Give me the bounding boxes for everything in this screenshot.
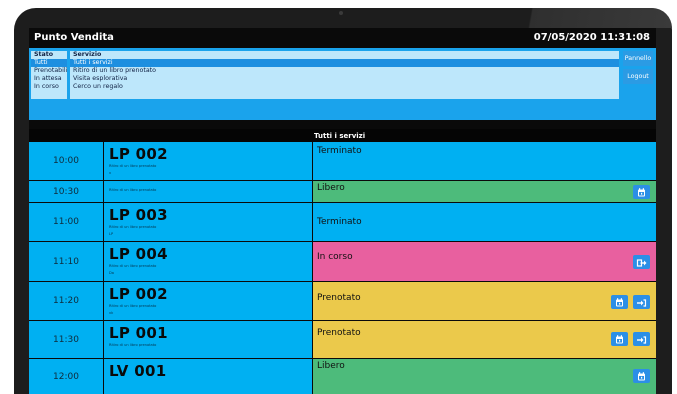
customer-initials: LP — [109, 232, 114, 236]
service-name: Ritiro di un libro prenotato — [109, 264, 157, 268]
status-cell: Prenotato — [313, 321, 656, 358]
service-name: Ritiro di un libro prenotato — [109, 164, 157, 168]
book-button[interactable] — [633, 369, 650, 383]
appointment-code: LP 001 — [109, 324, 168, 342]
table-row: 11:00 LP 003 Ritiro di un libro prenotat… — [29, 203, 656, 241]
status-cell: Terminato — [313, 203, 656, 241]
end-service-button[interactable] — [633, 255, 650, 269]
servizio-option-visita[interactable]: Visita esplorativa — [70, 75, 619, 83]
table-row: 12:00 LV 001 Libero — [29, 359, 656, 394]
stato-filter: Stato Tutti Prenotabili In attesa In cor… — [31, 51, 67, 99]
calendar-icon — [616, 298, 623, 307]
calendar-icon — [638, 188, 645, 197]
appointment-code: LP 004 — [109, 245, 168, 263]
clock: 07/05/2020 11:31:08 — [533, 32, 650, 43]
status-label: Libero — [317, 361, 345, 371]
time-cell: 11:00 — [29, 203, 104, 241]
appointment-code: LP 002 — [109, 285, 168, 303]
book-button[interactable] — [611, 295, 628, 309]
status-cell: Libero — [313, 181, 656, 202]
stato-option-in-attesa[interactable]: In attesa — [31, 75, 67, 83]
schedule-header: Tutti i servizi — [29, 129, 656, 142]
table-row: 10:30 Ritiro di un libro prenotato Liber… — [29, 181, 656, 202]
customer-initials: v — [109, 171, 112, 175]
appointment-cell[interactable]: Ritiro di un libro prenotato — [104, 181, 313, 202]
customer-initials: vk — [109, 311, 114, 315]
servizio-option-ritiro[interactable]: Ritiro di un libro prenotato — [70, 67, 619, 75]
status-label: Prenotato — [317, 328, 361, 338]
calendar-icon — [638, 372, 645, 381]
logout-button[interactable]: Logout — [623, 69, 653, 84]
status-cell: Terminato — [313, 142, 656, 180]
time-label: 11:10 — [53, 256, 79, 267]
status-cell: In corso — [313, 242, 656, 281]
appointment-code: LP 003 — [109, 206, 168, 224]
appointment-code: LP 002 — [109, 145, 168, 163]
status-label: Terminato — [317, 217, 362, 227]
service-name: Ritiro di un libro prenotato — [109, 343, 157, 347]
status-label: Libero — [317, 183, 345, 193]
screen-glare — [512, 8, 672, 28]
appointment-cell[interactable]: LP 002 Ritiro di un libro prenotato v — [104, 142, 313, 180]
appointment-cell[interactable]: LV 001 — [104, 359, 313, 394]
time-cell: 12:00 — [29, 359, 104, 394]
status-cell: Prenotato — [313, 282, 656, 320]
time-label: 11:30 — [53, 334, 79, 345]
table-row: 11:20 LP 002 Ritiro di un libro prenotat… — [29, 282, 656, 320]
table-row: 11:30 LP 001 Ritiro di un libro prenotat… — [29, 321, 656, 358]
book-button[interactable] — [633, 185, 650, 199]
time-label: 11:00 — [53, 217, 79, 227]
time-label: 12:00 — [53, 371, 79, 382]
time-cell: 10:30 — [29, 181, 104, 202]
spacer-band — [29, 120, 656, 129]
app-title: Punto Vendita — [34, 32, 114, 43]
stato-header: Stato — [34, 51, 54, 58]
appointment-cell[interactable]: LP 003 Ritiro di un libro prenotato LP — [104, 203, 313, 241]
time-label: 10:30 — [53, 186, 79, 197]
servizio-filter: Servizio Tutti i servizi Ritiro di un li… — [70, 51, 619, 99]
top-bar: Punto Vendita 07/05/2020 11:31:08 — [29, 28, 656, 48]
time-cell: 11:30 — [29, 321, 104, 358]
status-label: Prenotato — [317, 293, 361, 303]
front-camera — [339, 11, 343, 15]
schedule-title: Tutti i servizi — [314, 132, 366, 140]
service-name: Ritiro di un libro prenotato — [109, 225, 157, 229]
stato-option-prenotabili[interactable]: Prenotabili — [31, 67, 67, 75]
exit-icon — [636, 259, 647, 267]
stato-option-tutti[interactable]: Tutti — [31, 59, 67, 67]
appointment-cell[interactable]: LP 001 Ritiro di un libro prenotato — [104, 321, 313, 358]
status-label: Terminato — [317, 146, 362, 156]
filter-bar: Stato Tutti Prenotabili In attesa In cor… — [29, 48, 656, 120]
time-label: 10:00 — [53, 156, 79, 166]
servizio-option-tutti[interactable]: Tutti i servizi — [70, 59, 619, 67]
servizio-option-regalo[interactable]: Cerco un regalo — [70, 83, 619, 91]
appointment-cell[interactable]: LP 002 Ritiro di un libro prenotato vk — [104, 282, 313, 320]
checkin-button[interactable] — [633, 295, 650, 309]
status-cell: Libero — [313, 359, 656, 394]
checkin-icon — [637, 336, 647, 344]
app-screen: Punto Vendita 07/05/2020 11:31:08 Stato … — [29, 28, 656, 394]
appointment-cell[interactable]: LP 004 Ritiro di un libro prenotato Da — [104, 242, 313, 281]
servizio-header: Servizio — [73, 51, 102, 58]
status-label: In corso — [317, 252, 353, 262]
table-row: 10:00 LP 002 Ritiro di un libro prenotat… — [29, 142, 656, 180]
stato-option-in-corso[interactable]: In corso — [31, 83, 67, 91]
time-cell: 11:10 — [29, 242, 104, 281]
book-button[interactable] — [611, 332, 628, 346]
time-label: 11:20 — [53, 296, 79, 306]
service-name: Ritiro di un libro prenotato — [109, 188, 157, 192]
time-cell: 10:00 — [29, 142, 104, 180]
time-cell: 11:20 — [29, 282, 104, 320]
customer-initials: Da — [109, 271, 114, 275]
calendar-icon — [616, 335, 623, 344]
table-row: 11:10 LP 004 Ritiro di un libro prenotat… — [29, 242, 656, 281]
checkin-icon — [637, 299, 647, 307]
service-name: Ritiro di un libro prenotato — [109, 304, 157, 308]
checkin-button[interactable] — [633, 332, 650, 346]
appointment-code: LV 001 — [109, 362, 167, 380]
pannello-button[interactable]: Pannello — [623, 51, 653, 66]
